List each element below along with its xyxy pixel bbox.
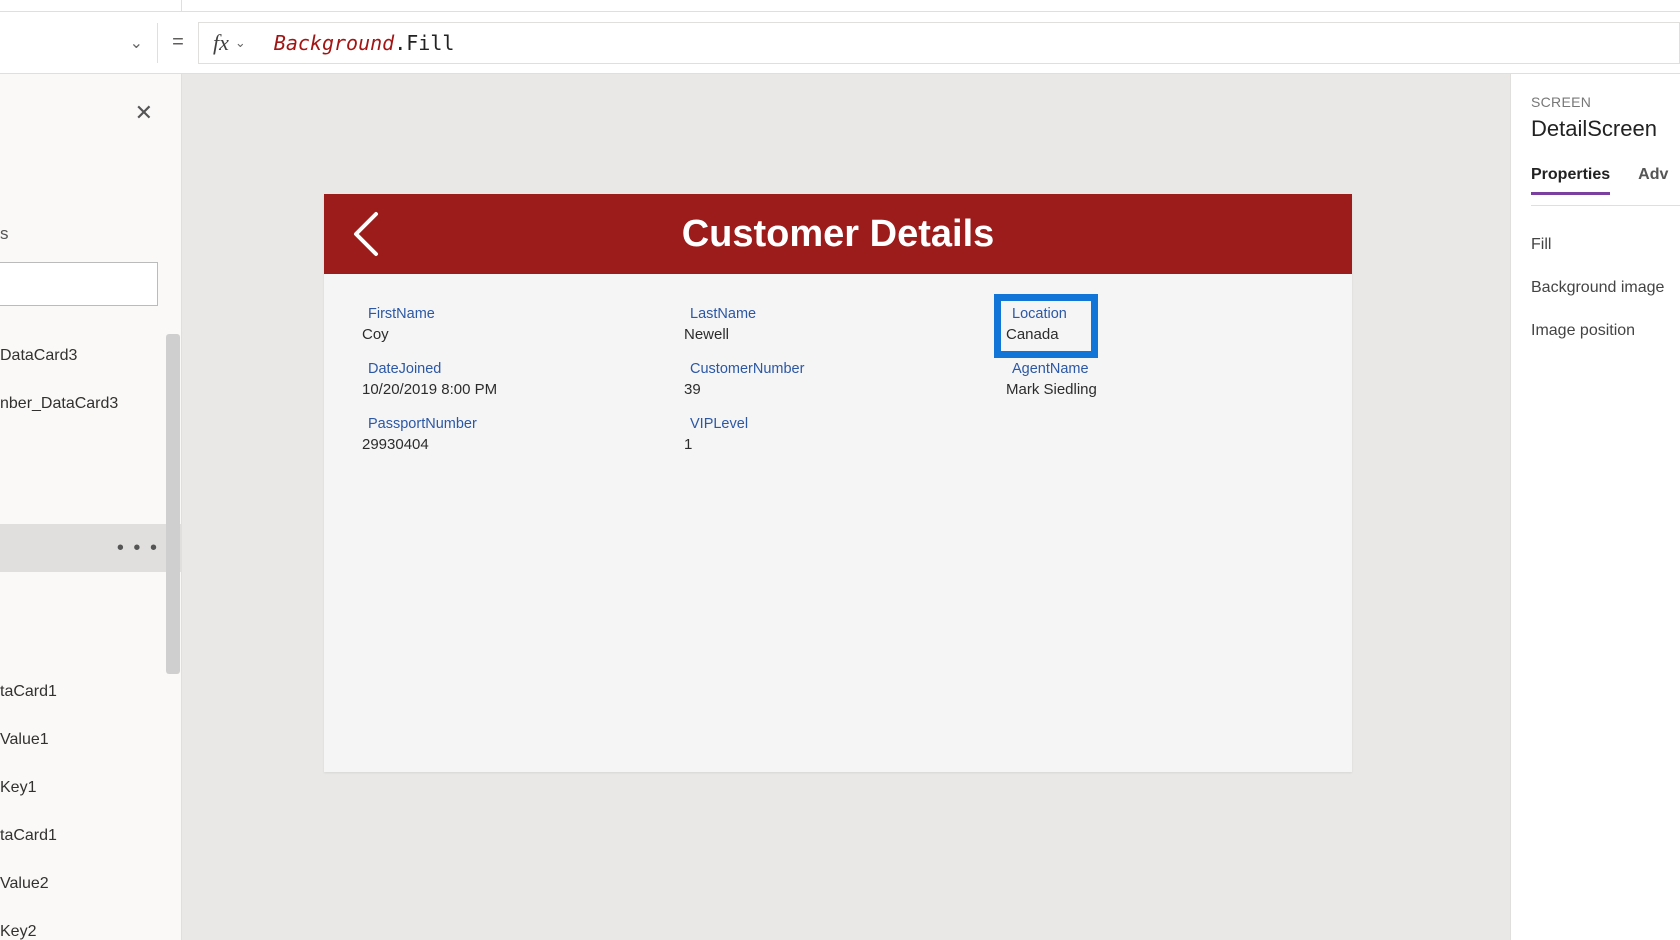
chevron-down-icon: ⌄ — [235, 35, 246, 51]
tree-item[interactable]: Key1 — [0, 764, 181, 812]
card-value: Newell — [684, 326, 992, 343]
screen-name: DetailScreen — [1531, 116, 1680, 142]
tree-item-label: taCard1 — [0, 827, 57, 845]
more-icon[interactable]: • • • — [117, 537, 159, 560]
tree-item-selected[interactable]: • • • — [0, 524, 181, 572]
fx-button[interactable]: fx ⌄ — [198, 22, 260, 64]
card-label: FirstName — [362, 306, 670, 322]
tree-item[interactable]: Value1 — [0, 716, 181, 764]
detail-form: FirstName Coy LastName Newell Location C… — [324, 274, 1352, 772]
card-label: Location — [1006, 306, 1314, 322]
tree-item[interactable]: taCard1 — [0, 812, 181, 860]
fx-icon: fx — [213, 30, 229, 56]
card-datejoined[interactable]: DateJoined 10/20/2019 8:00 PM — [360, 357, 672, 402]
ribbon-bar — [0, 0, 1680, 12]
tree-item[interactable]: DataCard3 — [0, 332, 181, 380]
tree-item-label: DataCard3 — [0, 347, 77, 365]
card-firstname[interactable]: FirstName Coy — [360, 302, 672, 347]
card-viplevel[interactable]: VIPLevel 1 — [682, 412, 994, 457]
tree-scrollbar[interactable] — [166, 334, 180, 674]
card-value: 1 — [684, 436, 992, 453]
properties-panel: SCREEN DetailScreen Properties Adv Fill … — [1510, 74, 1680, 940]
card-agentname[interactable]: AgentName Mark Siedling — [1004, 357, 1316, 402]
card-label: VIPLevel — [684, 416, 992, 432]
card-value: Mark Siedling — [1006, 381, 1314, 398]
tree-item-label: nber_DataCard3 — [0, 395, 118, 413]
card-value: 29930404 — [362, 436, 670, 453]
main-layout: ✕ s DataCard3 nber_DataCard3 • • • taCar… — [0, 74, 1680, 940]
tab-advanced[interactable]: Adv — [1638, 166, 1668, 195]
tree-header-suffix: s — [0, 224, 9, 244]
card-location[interactable]: Location Canada — [1004, 302, 1316, 347]
tree-item-label: Value2 — [0, 875, 49, 893]
chevron-left-icon — [346, 208, 386, 260]
tree-item-label: Key1 — [0, 779, 36, 797]
tree-item[interactable]: nber_DataCard3 — [0, 380, 181, 428]
prop-row-backgroundimage[interactable]: Background image — [1531, 267, 1680, 310]
card-label: LastName — [684, 306, 992, 322]
card-label: CustomerNumber — [684, 361, 992, 377]
tree-item[interactable]: taCard1 — [0, 668, 181, 716]
tree-search-input[interactable] — [0, 262, 158, 306]
card-lastname[interactable]: LastName Newell — [682, 302, 994, 347]
property-selector[interactable]: ⌄ — [0, 23, 158, 63]
tree-item-label: taCard1 — [0, 683, 57, 701]
tab-properties[interactable]: Properties — [1531, 166, 1610, 195]
screen-title: Customer Details — [324, 213, 1352, 256]
equals-label: = — [158, 31, 198, 54]
detail-screen[interactable]: Customer Details FirstName Coy LastName … — [324, 194, 1352, 772]
card-label: PassportNumber — [362, 416, 670, 432]
properties-tabs: Properties Adv — [1531, 166, 1680, 195]
formula-input[interactable]: Background.Fill — [260, 22, 1680, 64]
card-value: Coy — [362, 326, 670, 343]
tree-item-label: Key2 — [0, 923, 36, 940]
card-value: 39 — [684, 381, 992, 398]
ribbon-separator — [181, 0, 182, 12]
back-button[interactable] — [346, 208, 386, 260]
formula-object: Background — [274, 31, 394, 55]
card-value: 10/20/2019 8:00 PM — [362, 381, 670, 398]
card-label: AgentName — [1006, 361, 1314, 377]
tree-view-panel: ✕ s DataCard3 nber_DataCard3 • • • taCar… — [0, 74, 182, 940]
close-icon[interactable]: ✕ — [135, 100, 153, 126]
card-value: Canada — [1006, 326, 1314, 343]
formula-bar: ⌄ = fx ⌄ Background.Fill — [0, 12, 1680, 74]
tree-item-label: Value1 — [0, 731, 49, 749]
prop-row-imageposition[interactable]: Image position — [1531, 310, 1680, 353]
formula-property: .Fill — [394, 31, 454, 55]
tree-item[interactable]: Value2 — [0, 860, 181, 908]
prop-row-fill[interactable]: Fill — [1531, 224, 1680, 267]
chevron-down-icon: ⌄ — [130, 33, 143, 53]
divider — [1531, 205, 1680, 206]
tree-items: DataCard3 nber_DataCard3 • • • taCard1 V… — [0, 332, 181, 940]
tree-item[interactable]: Key2 — [0, 908, 181, 940]
card-passportnumber[interactable]: PassportNumber 29930404 — [360, 412, 672, 457]
card-label: DateJoined — [362, 361, 670, 377]
design-canvas[interactable]: Customer Details FirstName Coy LastName … — [182, 74, 1510, 940]
card-customernumber[interactable]: CustomerNumber 39 — [682, 357, 994, 402]
screen-header: Customer Details — [324, 194, 1352, 274]
screen-label: SCREEN — [1531, 94, 1680, 110]
